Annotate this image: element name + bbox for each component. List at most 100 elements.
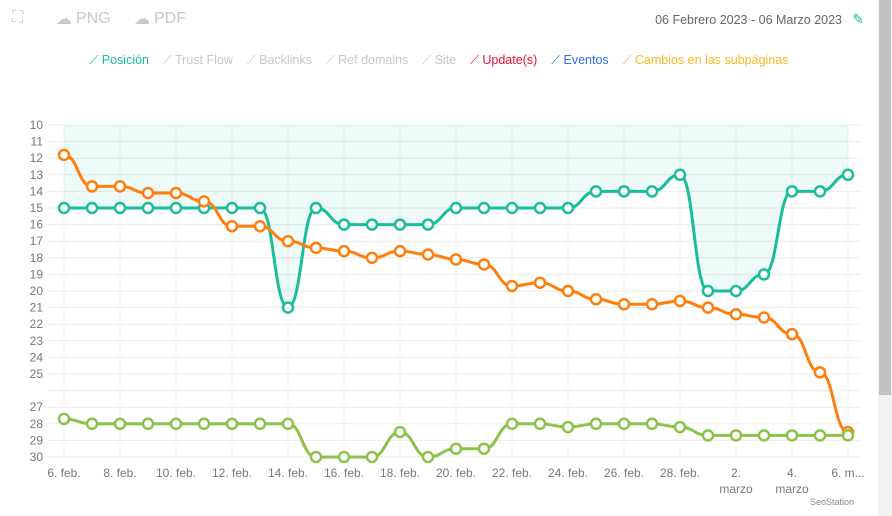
data-point[interactable]: [561, 201, 575, 215]
data-point[interactable]: [85, 180, 99, 193]
data-point[interactable]: [757, 311, 771, 324]
data-point[interactable]: [393, 244, 407, 258]
data-point[interactable]: [393, 425, 407, 439]
data-point[interactable]: [169, 186, 183, 200]
data-point[interactable]: [673, 294, 687, 308]
scrollbar-thumb[interactable]: [879, 0, 891, 395]
data-point[interactable]: [785, 327, 799, 341]
data-point[interactable]: [645, 185, 659, 198]
data-point[interactable]: [533, 201, 547, 215]
data-point[interactable]: [505, 417, 519, 431]
data-point[interactable]: [505, 201, 519, 215]
data-point[interactable]: [421, 248, 435, 261]
data-point[interactable]: [253, 220, 267, 233]
data-point[interactable]: [113, 180, 127, 193]
data-point[interactable]: [813, 185, 827, 198]
y-tick-label: 21: [30, 301, 44, 315]
y-tick-label: 22: [30, 317, 44, 331]
data-point[interactable]: [113, 417, 127, 431]
data-point[interactable]: [141, 201, 155, 215]
y-tick-label: 19: [30, 267, 44, 281]
data-point[interactable]: [701, 284, 715, 298]
data-point[interactable]: [225, 201, 239, 215]
data-point[interactable]: [169, 417, 183, 431]
data-point[interactable]: [813, 429, 827, 442]
data-point[interactable]: [561, 420, 575, 434]
data-point[interactable]: [533, 417, 547, 431]
data-point[interactable]: [113, 201, 127, 215]
data-point[interactable]: [701, 301, 715, 314]
chart: 10 11 12 13 14 15 16 17 18 19 20 21 22 23 24 25 27 28 29 30…: [30, 118, 865, 496]
data-point[interactable]: [169, 201, 183, 215]
data-point[interactable]: [281, 301, 295, 314]
data-point[interactable]: [337, 450, 351, 464]
data-point[interactable]: [85, 417, 99, 431]
data-point[interactable]: [477, 442, 491, 455]
data-point[interactable]: [253, 417, 267, 431]
data-point[interactable]: [281, 417, 295, 431]
data-point[interactable]: [365, 251, 379, 265]
data-point[interactable]: [449, 253, 463, 266]
data-point[interactable]: [673, 168, 687, 182]
data-point[interactable]: [309, 450, 323, 464]
y-tick-label: 24: [30, 350, 44, 364]
data-point[interactable]: [617, 298, 631, 311]
data-point[interactable]: [85, 201, 99, 215]
data-point[interactable]: [589, 293, 603, 306]
data-point[interactable]: [57, 412, 71, 426]
data-point[interactable]: [253, 201, 267, 215]
x-tick-label: 10. feb.: [156, 466, 196, 480]
data-point[interactable]: [645, 298, 659, 311]
data-point[interactable]: [365, 218, 379, 231]
data-point[interactable]: [841, 168, 855, 182]
data-point[interactable]: [393, 218, 407, 231]
data-point[interactable]: [365, 450, 379, 464]
y-tick-label: 16: [30, 218, 44, 232]
data-point[interactable]: [197, 417, 211, 431]
x-tick-label: 22. feb.: [492, 466, 532, 480]
data-point[interactable]: [421, 450, 435, 464]
y-tick-label: 14: [30, 184, 44, 198]
data-point[interactable]: [757, 268, 771, 281]
x-tick-label: 20. feb.: [436, 466, 476, 480]
data-point[interactable]: [785, 185, 799, 198]
data-point[interactable]: [309, 241, 323, 255]
data-point[interactable]: [505, 279, 519, 293]
data-point[interactable]: [589, 185, 603, 198]
data-point[interactable]: [449, 442, 463, 455]
data-point[interactable]: [141, 417, 155, 431]
scrollbar[interactable]: [878, 0, 892, 516]
data-point[interactable]: [561, 284, 575, 298]
y-tick-label: 13: [30, 168, 44, 182]
data-point[interactable]: [197, 195, 211, 208]
data-point[interactable]: [281, 234, 295, 248]
data-point[interactable]: [337, 244, 351, 258]
data-point[interactable]: [729, 307, 743, 321]
data-point[interactable]: [701, 429, 715, 442]
data-point[interactable]: [729, 284, 743, 298]
data-point[interactable]: [673, 420, 687, 434]
data-point[interactable]: [57, 201, 71, 215]
data-point[interactable]: [141, 186, 155, 200]
data-point[interactable]: [617, 185, 631, 198]
data-point[interactable]: [337, 218, 351, 231]
data-point[interactable]: [757, 429, 771, 442]
data-point[interactable]: [841, 429, 855, 442]
data-point[interactable]: [813, 366, 827, 379]
data-point[interactable]: [57, 148, 71, 162]
data-point[interactable]: [477, 258, 491, 271]
data-point[interactable]: [617, 417, 631, 431]
data-point[interactable]: [309, 201, 323, 215]
data-point[interactable]: [729, 429, 743, 442]
data-point[interactable]: [421, 218, 435, 231]
data-point[interactable]: [477, 201, 491, 215]
data-point[interactable]: [225, 417, 239, 431]
data-point[interactable]: [589, 417, 603, 431]
data-point[interactable]: [645, 417, 659, 431]
data-point[interactable]: [225, 220, 239, 233]
data-point[interactable]: [785, 429, 799, 442]
y-tick-label: 25: [30, 367, 44, 381]
credit: SeoStation: [809, 497, 854, 507]
data-point[interactable]: [449, 201, 463, 215]
data-point[interactable]: [533, 276, 547, 289]
